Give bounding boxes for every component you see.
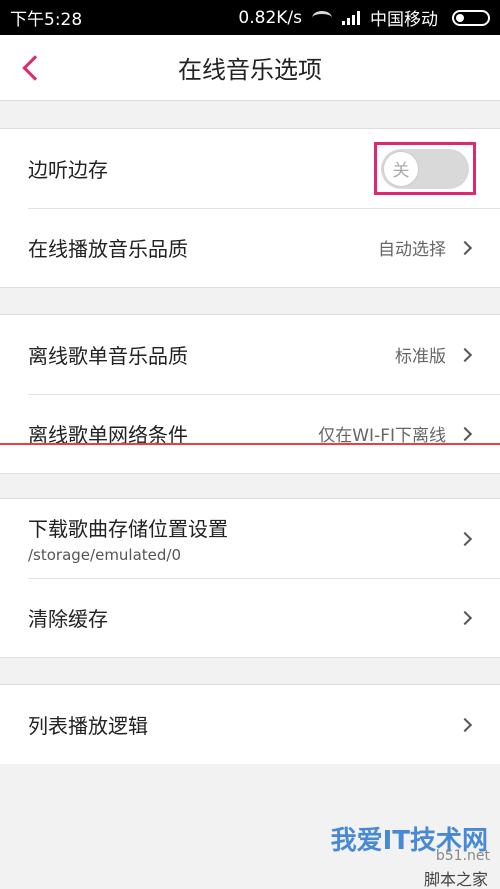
chevron-right-icon (457, 347, 473, 362)
setting-label: 在线播放音乐品质 (28, 237, 188, 261)
setting-label: 清除缓存 (28, 607, 108, 631)
setting-list-playback[interactable]: 列表播放逻辑 (0, 685, 500, 764)
setting-offline-network[interactable]: 离线歌单网络条件 仅在WI-FI下离线 (0, 394, 500, 473)
setting-online-quality[interactable]: 在线播放音乐品质 自动选择 (0, 208, 500, 287)
signal-icon (342, 10, 360, 25)
nav-bar: 在线音乐选项 (0, 35, 500, 101)
setting-value: 标准版 (395, 347, 446, 367)
setting-text-stack: 下载歌曲存储位置设置 /storage/emulated/0 (28, 513, 460, 564)
setting-label: 列表播放逻辑 (28, 714, 148, 738)
setting-label: 下载歌曲存储位置设置 (28, 517, 228, 541)
status-indicators: 0.82K/s 中国移动 (238, 5, 490, 30)
wifi-icon (312, 10, 332, 25)
annotation-line (0, 443, 500, 445)
status-bar: 下午5:28 0.82K/s 中国移动 (0, 0, 500, 35)
settings-group-list: 列表播放逻辑 (0, 684, 500, 764)
listen-save-toggle[interactable]: 关 (381, 148, 469, 189)
page-title: 在线音乐选项 (178, 56, 322, 84)
settings-group-offline: 离线歌单音乐品质 标准版 离线歌单网络条件 仅在WI-FI下离线 (0, 314, 500, 474)
toggle-knob: 关 (383, 150, 419, 187)
watermark-sub: 脚本之家 (423, 870, 488, 889)
carrier-name: 中国移动 (370, 10, 438, 30)
setting-listen-and-save[interactable]: 边听边存 关 (0, 129, 500, 208)
setting-offline-quality[interactable]: 离线歌单音乐品质 标准版 (0, 315, 500, 394)
settings-group-storage: 下载歌曲存储位置设置 /storage/emulated/0 清除缓存 (0, 498, 500, 658)
chevron-right-icon (457, 717, 473, 732)
setting-path: /storage/emulated/0 (28, 546, 182, 564)
chevron-right-icon (457, 610, 473, 625)
chevron-right-icon (457, 240, 473, 255)
back-chevron-icon[interactable] (22, 55, 48, 81)
status-time: 下午5:28 (10, 10, 83, 30)
battery-icon (452, 9, 490, 26)
setting-label: 离线歌单音乐品质 (28, 344, 188, 368)
network-speed: 0.82K/s (238, 7, 302, 28)
watermark-site: b51.net (435, 848, 490, 864)
setting-download-location[interactable]: 下载歌曲存储位置设置 /storage/emulated/0 (0, 499, 500, 578)
settings-group-playback: 边听边存 关 在线播放音乐品质 自动选择 (0, 128, 500, 288)
setting-clear-cache[interactable]: 清除缓存 (0, 578, 500, 657)
chevron-right-icon (457, 426, 473, 441)
chevron-right-icon (457, 531, 473, 546)
highlight-box: 关 (374, 142, 476, 195)
setting-value: 自动选择 (378, 240, 446, 260)
setting-label: 边听边存 (28, 158, 108, 182)
